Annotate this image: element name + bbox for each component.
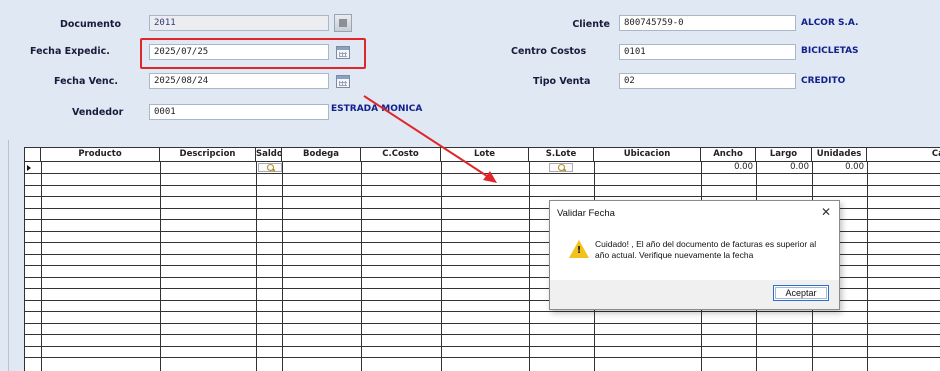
header-form xyxy=(0,0,940,140)
aceptar-button[interactable]: Aceptar xyxy=(773,285,829,301)
tipo-venta-label: Tipo Venta xyxy=(533,76,591,87)
saldo-search-icon[interactable] xyxy=(258,163,282,172)
vendedor-label: Vendedor xyxy=(72,107,124,118)
documento-label: Documento xyxy=(60,19,121,30)
vendedor-field[interactable]: 0001 xyxy=(149,104,329,120)
tipo-venta-field[interactable]: 02 xyxy=(619,73,796,89)
dialog-titlebar: Validar Fecha ✕ xyxy=(550,201,839,226)
col-descripcion[interactable]: Descripcion xyxy=(160,148,256,162)
col-unidades[interactable]: Unidades xyxy=(812,148,867,162)
col-bodega[interactable]: Bodega xyxy=(282,148,361,162)
warning-icon-mark: ! xyxy=(576,245,582,256)
close-icon[interactable]: ✕ xyxy=(819,205,833,219)
validar-fecha-dialog: Validar Fecha ✕ ! Cuidado! , El año del … xyxy=(549,200,840,310)
centro-costos-name: BICICLETAS xyxy=(801,46,859,56)
col-producto[interactable]: Producto xyxy=(41,148,160,162)
col-ubicacion[interactable]: Ubicacion xyxy=(594,148,701,162)
fecha-expedic-highlight xyxy=(140,38,366,69)
col-lote[interactable]: Lote xyxy=(441,148,529,162)
current-row-indicator xyxy=(27,165,31,171)
cliente-name: ALCOR S.A. xyxy=(801,18,859,28)
centro-costos-label: Centro Costos xyxy=(511,46,587,57)
dialog-message: Cuidado! , El año del documento de factu… xyxy=(595,239,817,260)
grid-header: Producto Descripcion Saldo Bodega C.Cost… xyxy=(25,148,940,162)
col-ancho[interactable]: Ancho xyxy=(701,148,756,162)
fecha-venc-field[interactable]: 2025/08/24 xyxy=(149,73,329,89)
cliente-label: Cliente xyxy=(572,19,610,30)
dialog-body: ! Cuidado! , El año del documento de fac… xyxy=(550,226,839,280)
documento-field[interactable]: 2011 xyxy=(149,15,329,31)
col-slote[interactable]: S.Lote xyxy=(529,148,594,162)
largo-cell[interactable]: 0.00 xyxy=(756,162,809,172)
grid-header-selector xyxy=(25,148,41,162)
col-saldo[interactable]: Saldo xyxy=(256,148,282,162)
col-cant[interactable]: Cant xyxy=(867,148,940,162)
dialog-title: Validar Fecha xyxy=(557,208,615,219)
grid-left-strip xyxy=(8,140,24,371)
documento-lookup-button[interactable] xyxy=(334,14,352,32)
centro-costos-field[interactable]: 0101 xyxy=(619,44,796,60)
fecha-expedic-label: Fecha Expedic. xyxy=(30,46,110,57)
fecha-venc-label: Fecha Venc. xyxy=(54,76,118,87)
col-ccosto[interactable]: C.Costo xyxy=(361,148,441,162)
calendar-icon[interactable] xyxy=(336,75,350,88)
col-largo[interactable]: Largo xyxy=(756,148,812,162)
cliente-field[interactable]: 800745759-0 xyxy=(619,15,796,31)
vendedor-name: ESTRADA MONICA xyxy=(331,104,423,114)
tipo-venta-name: CREDITO xyxy=(801,76,846,86)
slote-search-icon[interactable] xyxy=(549,163,573,172)
ancho-cell[interactable]: 0.00 xyxy=(701,162,753,172)
unidades-cell[interactable]: 0.00 xyxy=(812,162,864,172)
invoice-screen: Documento 2011 Fecha Expedic. 2025/07/25… xyxy=(0,0,940,371)
